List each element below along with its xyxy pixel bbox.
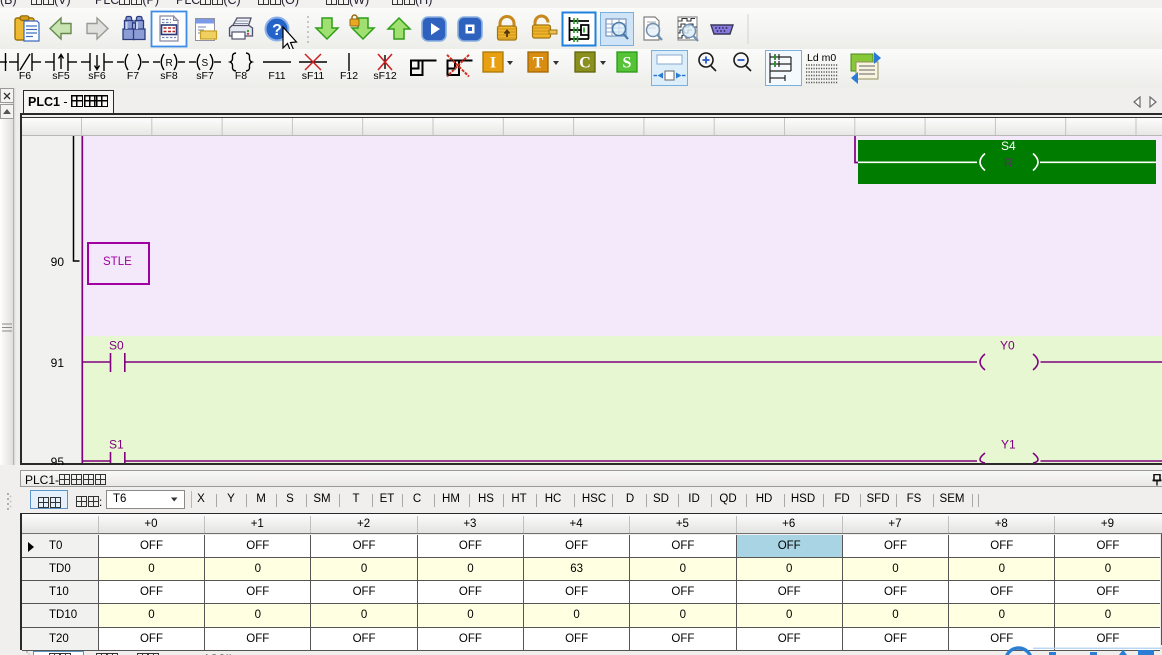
svg-text:F12: F12 — [340, 70, 358, 82]
svg-text:STLE: STLE — [103, 256, 132, 268]
svg-text:Y1: Y1 — [1001, 438, 1016, 452]
svg-text:S: S — [623, 55, 632, 72]
svg-text:Y0: Y0 — [1000, 339, 1015, 353]
svg-text:sF8: sF8 — [160, 70, 178, 82]
svg-text:?: ? — [272, 22, 282, 39]
svg-text:T: T — [533, 55, 544, 72]
svg-text:sF12: sF12 — [373, 70, 397, 82]
svg-text:sF6: sF6 — [88, 70, 106, 82]
svg-text:F7: F7 — [127, 70, 139, 82]
svg-text:sF7: sF7 — [196, 70, 214, 82]
svg-text:S4: S4 — [1001, 139, 1016, 153]
svg-text:S: S — [202, 58, 209, 69]
svg-text:C: C — [579, 55, 591, 72]
svg-text:F8: F8 — [235, 70, 247, 82]
svg-text:R: R — [1004, 156, 1013, 170]
svg-text:Ld m0: Ld m0 — [807, 52, 836, 64]
svg-text:R: R — [166, 58, 173, 69]
svg-text:sF11: sF11 — [302, 70, 325, 82]
svg-text:sF5: sF5 — [52, 70, 70, 82]
svg-text:I: I — [490, 55, 496, 72]
svg-text:S1: S1 — [109, 438, 124, 452]
svg-text:F6: F6 — [19, 70, 31, 82]
svg-text:S0: S0 — [109, 339, 124, 353]
svg-text:F11: F11 — [268, 70, 285, 82]
